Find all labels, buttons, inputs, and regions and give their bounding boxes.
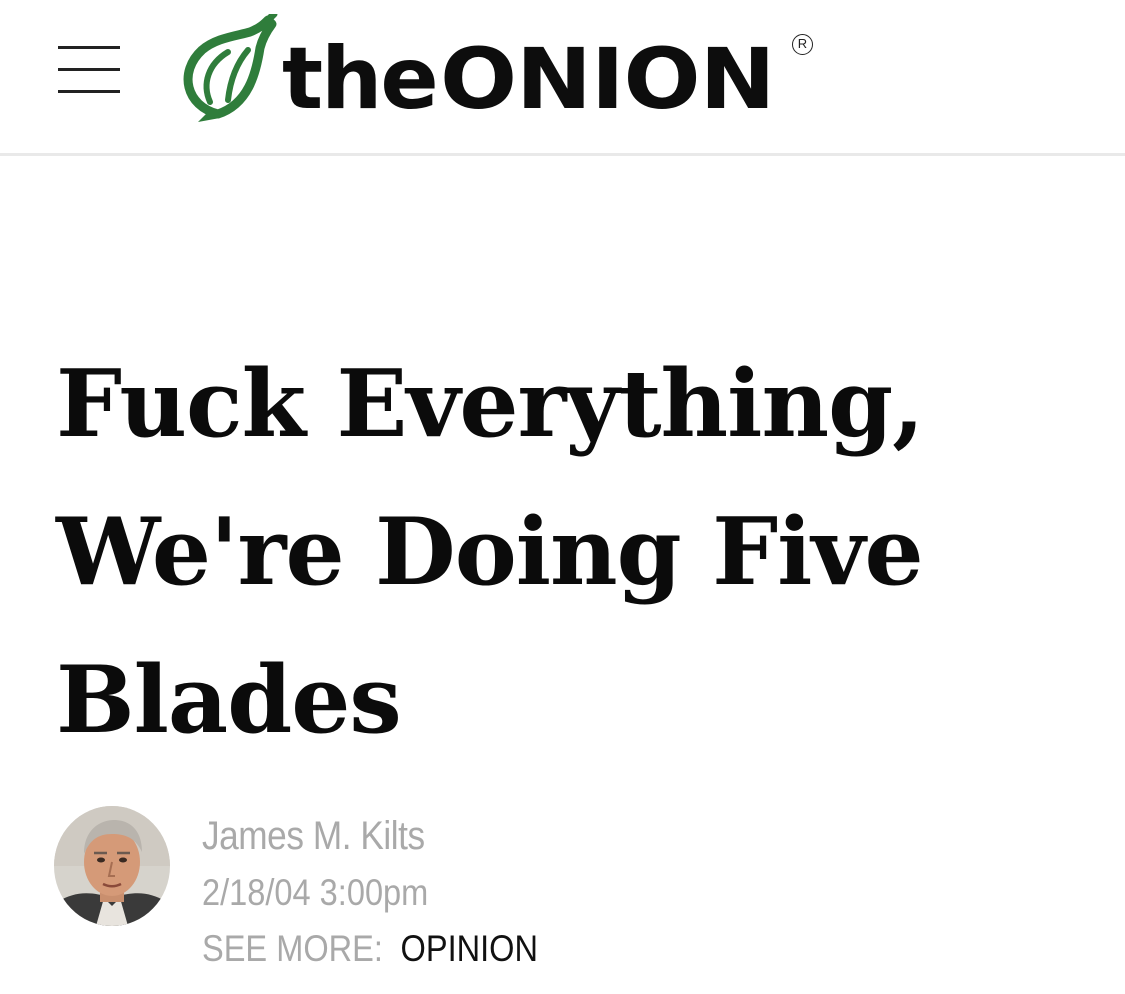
- logo-word-the: the: [282, 29, 439, 129]
- see-more-label: SEE MORE:: [202, 928, 383, 969]
- logo-word-onion: ONION: [440, 30, 776, 128]
- site-header: the ONION R: [0, 0, 1125, 156]
- hamburger-menu-icon[interactable]: [58, 46, 120, 96]
- author-photo: [54, 806, 170, 926]
- registered-mark: R: [792, 34, 813, 55]
- article-headline: Fuck Everything, We're Doing Five Blades: [56, 349, 925, 754]
- see-more: SEE MORE: OPINION: [202, 926, 538, 972]
- author-avatar[interactable]: [54, 806, 170, 926]
- publish-date: 2/18/04 3:00pm: [202, 872, 429, 913]
- category-link-opinion[interactable]: OPINION: [401, 928, 539, 969]
- onion-icon: [183, 14, 278, 122]
- author-name[interactable]: James M. Kilts: [202, 811, 425, 861]
- site-logo[interactable]: the ONION R: [178, 14, 818, 124]
